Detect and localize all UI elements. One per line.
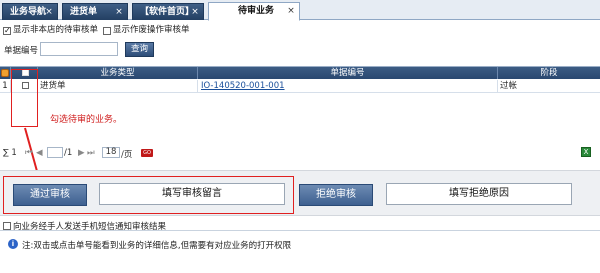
first-page-icon[interactable]: ⏮ bbox=[25, 148, 33, 158]
tab-label: 【软件首页】 bbox=[140, 7, 195, 17]
info-note: i 注:双击或点击单号能看到业务的详细信息,但需要有对应业务的打开权限 bbox=[0, 230, 600, 273]
tab-business-nav[interactable]: 业务导航 × bbox=[2, 3, 58, 20]
filter-non-store[interactable]: 显示非本店的待审核单 bbox=[3, 25, 98, 36]
doc-no-link[interactable]: IO-140520-001-001 bbox=[201, 81, 285, 91]
row-count: ∑ 1 bbox=[3, 148, 17, 158]
tab-label: 进货单 bbox=[70, 7, 98, 17]
last-page-icon[interactable]: ⏭ bbox=[87, 148, 95, 158]
prev-page-icon[interactable]: ◀ bbox=[36, 148, 43, 158]
note-text: 注:双击或点击单号能看到业务的详细信息,但需要有对应业务的打开权限 bbox=[22, 241, 292, 251]
table-row[interactable]: 1 进货单 IO-140520-001-001 过帐 bbox=[0, 80, 600, 93]
column-header-type[interactable]: 业务类型 bbox=[38, 67, 198, 79]
row-index: 1 bbox=[0, 80, 11, 92]
checkbox[interactable] bbox=[103, 26, 111, 35]
pending-grid: 业务类型 单据编号 阶段 1 进货单 IO-140520-001-001 过帐 bbox=[0, 66, 600, 146]
close-icon[interactable]: × bbox=[114, 4, 124, 21]
close-icon[interactable]: × bbox=[286, 3, 296, 20]
tab-software-home[interactable]: 【软件首页】 × bbox=[132, 3, 204, 20]
pager: ∑ 1 ⏮ ◀ /1 ▶ ⏭ 18 /页 GO X bbox=[0, 146, 600, 160]
doc-no-input[interactable] bbox=[40, 42, 118, 56]
row-stage: 过帐 bbox=[500, 81, 518, 91]
per-page-label: /页 bbox=[121, 150, 133, 160]
reject-reason-button[interactable]: 填写拒绝原因 bbox=[386, 183, 572, 205]
filter-label: 显示作废操作审核单 bbox=[113, 25, 190, 35]
total-pages: /1 bbox=[64, 148, 73, 158]
checkbox[interactable] bbox=[3, 222, 11, 230]
page-size-input[interactable]: 18 bbox=[102, 147, 120, 158]
tab-purchase-order[interactable]: 进货单 × bbox=[62, 3, 128, 20]
go-button[interactable]: GO bbox=[141, 149, 153, 157]
annotation-highlight-box bbox=[11, 69, 38, 127]
close-icon[interactable]: × bbox=[44, 4, 54, 21]
filter-voided[interactable]: 显示作废操作审核单 bbox=[103, 25, 190, 36]
info-icon: i bbox=[8, 239, 18, 249]
filter-label: 显示非本店的待审核单 bbox=[13, 25, 99, 35]
export-excel-icon[interactable]: X bbox=[581, 147, 591, 157]
tab-label: 业务导航 bbox=[10, 7, 47, 17]
reject-button[interactable]: 拒绝审核 bbox=[299, 184, 373, 206]
annotation-highlight-box bbox=[3, 176, 294, 214]
tab-pending-review[interactable]: 待审业务 × bbox=[208, 2, 300, 21]
annotation-text: 勾选待审的业务。 bbox=[50, 115, 123, 125]
row-doc-no-cell: IO-140520-001-001 bbox=[198, 80, 498, 92]
row-type: 进货单 bbox=[38, 80, 198, 92]
grid-header-icon-cell bbox=[0, 67, 11, 79]
page-input[interactable] bbox=[47, 147, 63, 158]
tab-bar: 业务导航 × 进货单 × 【软件首页】 × 待审业务 × bbox=[0, 0, 600, 21]
checkbox[interactable] bbox=[3, 25, 11, 36]
column-header-stage[interactable]: 阶段 bbox=[498, 67, 600, 79]
grid-header: 业务类型 单据编号 阶段 bbox=[0, 67, 600, 79]
close-icon[interactable]: × bbox=[190, 4, 200, 21]
column-header-doc-no[interactable]: 单据编号 bbox=[198, 67, 498, 79]
query-button[interactable]: 查询 bbox=[125, 42, 154, 57]
settings-icon[interactable] bbox=[1, 69, 9, 77]
tab-label: 待审业务 bbox=[238, 6, 275, 16]
next-page-icon[interactable]: ▶ bbox=[78, 148, 85, 158]
doc-no-label: 单据编号 bbox=[4, 46, 39, 56]
